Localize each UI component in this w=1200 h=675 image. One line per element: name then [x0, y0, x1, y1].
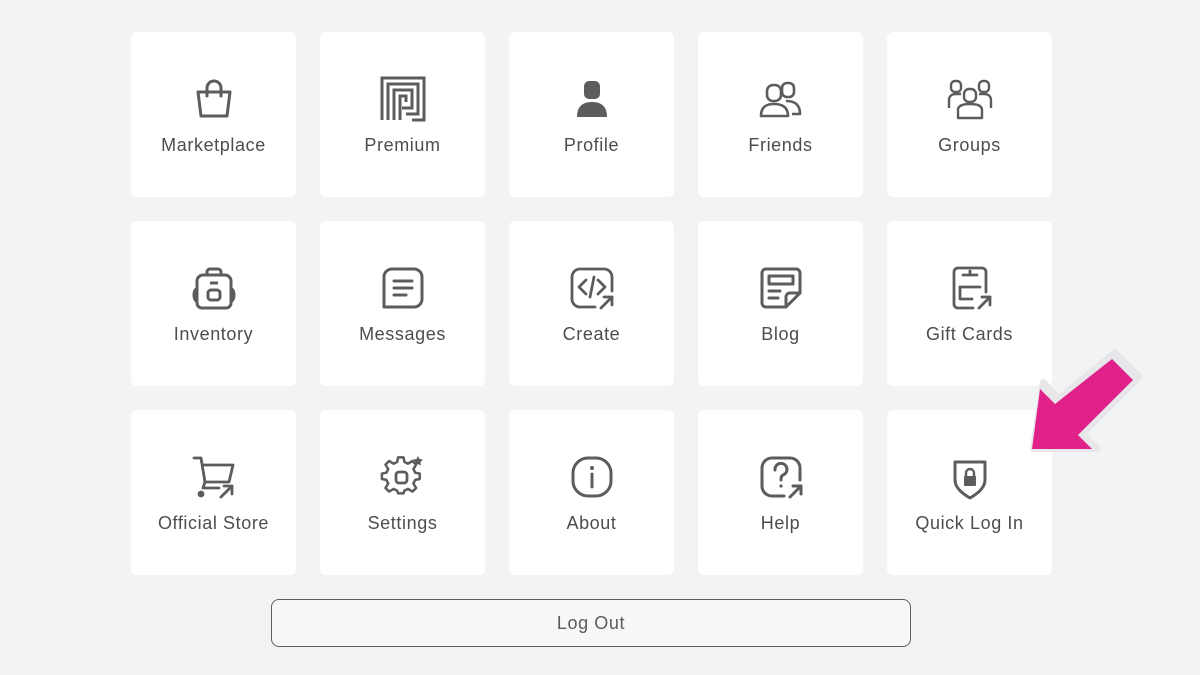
gear-icon [380, 454, 426, 500]
premium-icon [380, 76, 426, 122]
friends-icon [758, 76, 804, 122]
tile-create[interactable]: Create [509, 221, 674, 386]
tile-settings[interactable]: Settings [320, 410, 485, 575]
tile-blog[interactable]: Blog [698, 221, 863, 386]
tile-quick-log-in[interactable]: Quick Log In [887, 410, 1052, 575]
tile-inventory[interactable]: Inventory [131, 221, 296, 386]
tile-premium[interactable]: Premium [320, 32, 485, 197]
tile-label: Friends [748, 135, 813, 155]
tile-profile[interactable]: Profile [509, 32, 674, 197]
profile-icon [569, 76, 615, 122]
tile-help[interactable]: Help [698, 410, 863, 575]
help-icon [758, 454, 804, 500]
blog-icon [758, 265, 804, 311]
info-icon [569, 454, 615, 500]
tile-messages[interactable]: Messages [320, 221, 485, 386]
create-code-icon [569, 265, 615, 311]
menu-grid: Marketplace Premium Profile Friends Grou… [131, 32, 1052, 575]
tile-label: Official Store [157, 513, 270, 533]
tile-label: About [566, 513, 617, 533]
tile-label: Help [760, 513, 801, 533]
tile-label: Blog [761, 324, 800, 344]
shopping-bag-icon [191, 76, 237, 122]
shield-lock-icon [947, 454, 993, 500]
tile-label: Premium [364, 135, 441, 155]
tile-label: Quick Log In [915, 513, 1024, 533]
shopping-cart-icon [191, 454, 237, 500]
tile-label: Settings [367, 513, 438, 533]
tile-groups[interactable]: Groups [887, 32, 1052, 197]
tile-about[interactable]: About [509, 410, 674, 575]
gift-card-icon [947, 265, 993, 311]
tile-label: Create [562, 324, 621, 344]
tile-label: Gift Cards [925, 324, 1014, 344]
tile-label: Inventory [173, 324, 254, 344]
tile-label: Messages [359, 324, 446, 344]
tile-friends[interactable]: Friends [698, 32, 863, 197]
tile-official-store[interactable]: Official Store [131, 410, 296, 575]
message-icon [380, 265, 426, 311]
tile-gift-cards[interactable]: Gift Cards [887, 221, 1052, 386]
tile-marketplace[interactable]: Marketplace [131, 32, 296, 197]
tile-label: Marketplace [161, 135, 266, 155]
backpack-icon [191, 265, 237, 311]
tile-label: Profile [563, 135, 620, 155]
log-out-button[interactable]: Log Out [271, 599, 911, 647]
groups-icon [947, 76, 993, 122]
tile-label: Groups [938, 135, 1001, 155]
